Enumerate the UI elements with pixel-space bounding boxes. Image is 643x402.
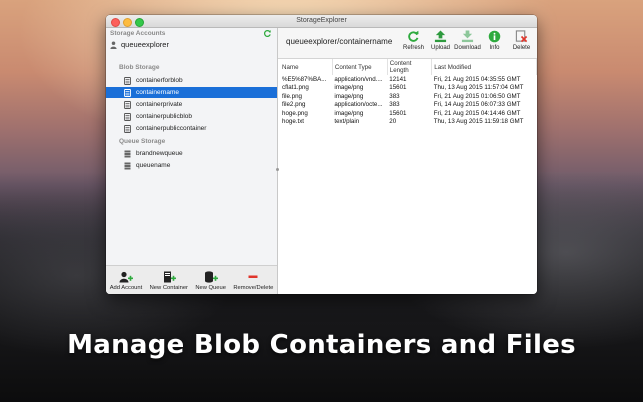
- minimize-window-button[interactable]: [123, 18, 132, 27]
- cell-content-type: text/plain: [334, 118, 360, 126]
- container-icon: [124, 112, 131, 121]
- container-label: containerforblob: [136, 77, 183, 84]
- blob-container-item[interactable]: containerprivate: [106, 99, 277, 110]
- column-header-last-modified[interactable]: Last Modified: [431, 59, 537, 75]
- queue-storage-heading: Queue Storage: [119, 138, 166, 145]
- cell-content-type: application/vnd....: [334, 75, 383, 83]
- cell-last-modified: Thu, 13 Aug 2015 11:57:04 GMT: [433, 84, 524, 92]
- queue-icon: [124, 150, 131, 157]
- upload-button[interactable]: Upload: [429, 30, 452, 51]
- table-row[interactable]: cflat1.png image/png 15601 Thu, 13 Aug 2…: [280, 84, 537, 93]
- table-row[interactable]: hoge.png image/png 15601 Fri, 21 Aug 201…: [280, 109, 537, 118]
- cell-last-modified: Fri, 21 Aug 2015 01:06:50 GMT: [433, 92, 521, 100]
- container-label: containerprivate: [136, 101, 183, 108]
- column-header-content-type[interactable]: Content Type: [332, 59, 388, 75]
- column-header-content-length[interactable]: Content Length: [387, 59, 433, 75]
- blob-container-item[interactable]: containerforblob: [106, 75, 277, 86]
- container-label: containername: [136, 89, 179, 96]
- new-container-icon: [163, 271, 176, 283]
- table-row[interactable]: file2.png application/octe... 383 Fri, 1…: [280, 101, 537, 110]
- delete-button[interactable]: Delete: [510, 30, 533, 51]
- cell-name: cflat1.png: [282, 84, 309, 92]
- blob-storage-heading: Blob Storage: [119, 64, 160, 71]
- container-label: containerpubliccontainer: [136, 125, 207, 132]
- split-view-handle[interactable]: [276, 168, 279, 171]
- info-button[interactable]: Info: [483, 30, 506, 51]
- refresh-icon: [408, 30, 419, 42]
- sidebar: Storage Accounts queueexplorer Blob Stor…: [106, 28, 278, 294]
- info-icon: [488, 30, 501, 43]
- table-row[interactable]: %E5%87%BA... application/vnd.... 12141 F…: [280, 75, 537, 84]
- new-container-button[interactable]: New Container: [150, 271, 188, 291]
- cell-last-modified: Fri, 21 Aug 2015 04:14:46 GMT: [433, 109, 521, 117]
- person-icon: [110, 41, 117, 49]
- column-header-name[interactable]: Name: [280, 59, 333, 75]
- account-item[interactable]: queueexplorer: [110, 40, 169, 49]
- minus-icon: [248, 275, 258, 278]
- blob-container-item-selected[interactable]: containername: [106, 87, 277, 98]
- table-header-row: Name Content Type Content Length Last Mo…: [280, 59, 537, 75]
- table-row[interactable]: hoge.txt text/plain 20 Thu, 13 Aug 2015 …: [280, 118, 537, 127]
- new-queue-button[interactable]: New Queue: [195, 271, 226, 291]
- cell-name: hoge.txt: [282, 118, 305, 126]
- delete-icon: [515, 30, 528, 43]
- add-account-button[interactable]: Add Account: [110, 271, 142, 291]
- container-icon: [124, 76, 131, 85]
- cell-content-length: 20: [389, 118, 397, 126]
- cell-name: hoge.png: [282, 109, 308, 117]
- cell-content-length: 12141: [389, 75, 407, 83]
- title-bar: StorageExplorer: [106, 15, 537, 28]
- blob-container-item[interactable]: containerpubliccontainer: [106, 123, 277, 134]
- account-name: queueexplorer: [121, 40, 169, 49]
- cell-content-type: image/png: [334, 92, 364, 100]
- cell-content-type: application/octe...: [334, 101, 383, 109]
- storage-accounts-heading: Storage Accounts: [110, 30, 166, 37]
- sidebar-bottom-toolbar: Add Account New Container New Queue Remo…: [106, 265, 277, 294]
- blob-table: Name Content Type Content Length Last Mo…: [280, 59, 537, 126]
- cell-content-length: 15601: [389, 109, 407, 117]
- marketing-caption: Manage Blob Containers and Files: [67, 330, 576, 360]
- close-window-button[interactable]: [111, 18, 120, 27]
- cell-name: file2.png: [282, 101, 306, 109]
- download-icon: [461, 30, 474, 43]
- queue-item[interactable]: queuename: [106, 160, 277, 171]
- add-account-icon: [119, 271, 133, 283]
- cell-content-length: 15601: [389, 84, 407, 92]
- queue-icon: [124, 162, 131, 169]
- cell-content-length: 383: [389, 92, 400, 100]
- refresh-accounts-icon[interactable]: [263, 29, 272, 38]
- cell-name: %E5%87%BA...: [282, 75, 327, 83]
- current-path: queueexplorer/containername: [286, 37, 393, 46]
- main-toolbar: queueexplorer/containername Refresh Uplo…: [278, 28, 537, 59]
- remove-delete-button[interactable]: Remove/Delete: [233, 271, 273, 291]
- new-queue-icon: [204, 271, 218, 283]
- queue-label: brandnewqueue: [136, 150, 183, 157]
- main-panel: queueexplorer/containername Refresh Uplo…: [278, 28, 537, 294]
- container-icon: [124, 100, 131, 109]
- zoom-window-button[interactable]: [135, 18, 144, 27]
- upload-icon: [434, 30, 447, 43]
- cell-last-modified: Fri, 21 Aug 2015 04:35:55 GMT: [433, 75, 521, 83]
- cell-content-length: 383: [389, 101, 400, 109]
- cell-name: file.png: [282, 92, 302, 100]
- cell-last-modified: Fri, 14 Aug 2015 06:07:33 GMT: [433, 101, 521, 109]
- cell-last-modified: Thu, 13 Aug 2015 11:59:18 GMT: [433, 118, 524, 126]
- container-label: containerpublicblob: [136, 113, 193, 120]
- download-button[interactable]: Download: [454, 30, 481, 51]
- blob-container-item[interactable]: containerpublicblob: [106, 111, 277, 122]
- queue-label: queuename: [136, 162, 171, 169]
- refresh-button[interactable]: Refresh: [402, 30, 425, 51]
- cell-content-type: image/png: [334, 109, 364, 117]
- cell-content-type: image/png: [334, 84, 364, 92]
- table-row[interactable]: file.png image/png 383 Fri, 21 Aug 2015 …: [280, 92, 537, 101]
- app-window: StorageExplorer Storage Accounts queueex…: [106, 15, 537, 294]
- window-title: StorageExplorer: [296, 17, 347, 24]
- container-icon: [124, 124, 131, 133]
- container-icon: [124, 88, 131, 97]
- queue-item[interactable]: brandnewqueue: [106, 148, 277, 159]
